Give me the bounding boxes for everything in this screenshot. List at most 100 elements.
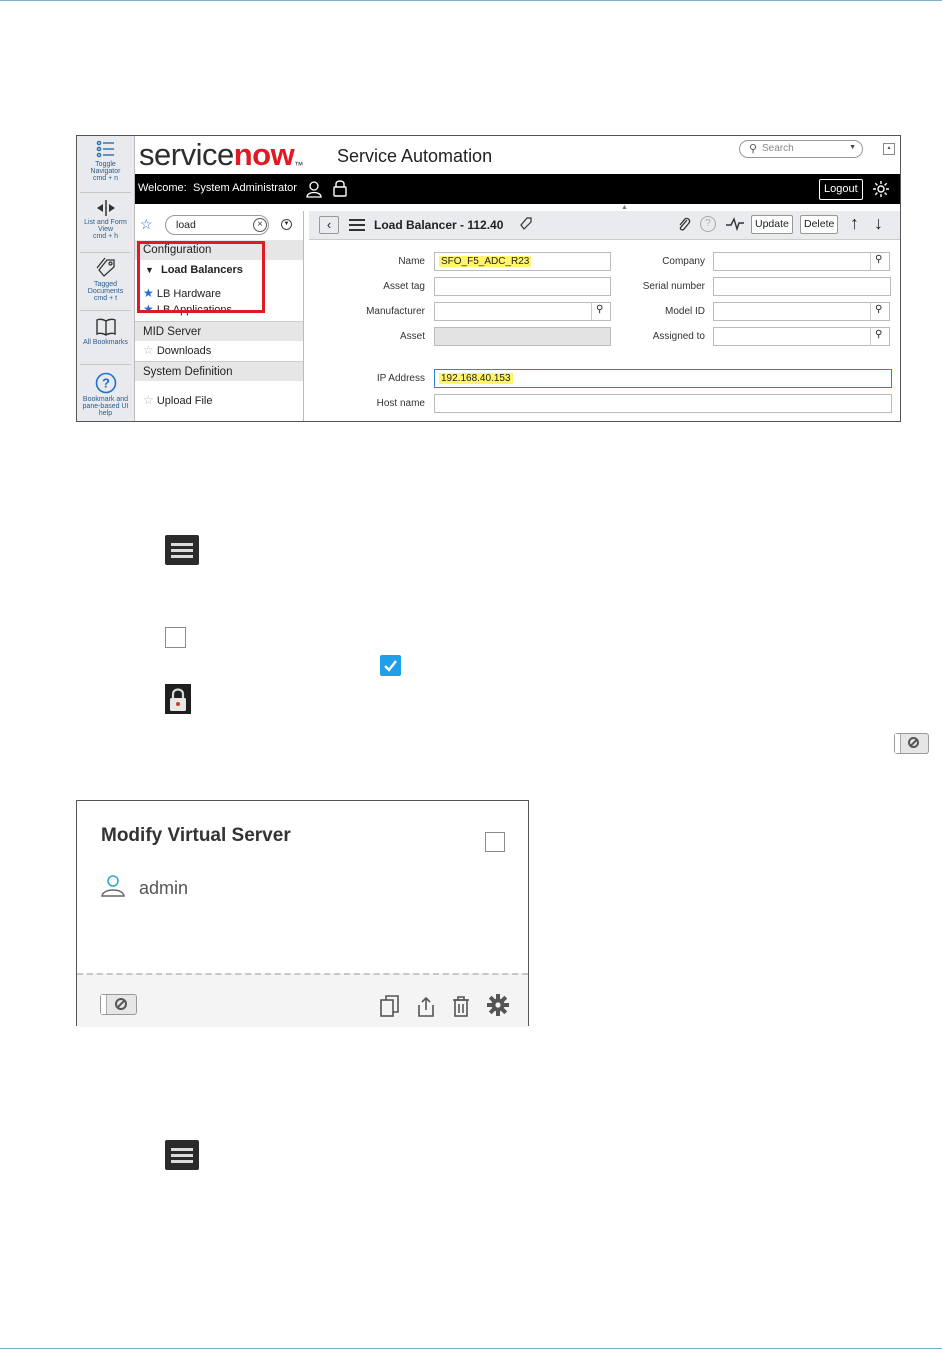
ip-address-label: IP Address bbox=[376, 373, 425, 384]
serial-number-label: Serial number bbox=[642, 281, 705, 292]
rail-divider bbox=[80, 192, 131, 193]
help-icon[interactable]: ? bbox=[700, 216, 716, 232]
bookmark-help-button[interactable]: ? Bookmark and pane-based UI help bbox=[77, 372, 134, 417]
search-icon: ⚲ bbox=[749, 143, 758, 155]
servicenow-screenshot: Toggle Navigator cmd + n List and Form V… bbox=[76, 135, 901, 422]
activity-icon[interactable] bbox=[726, 217, 744, 231]
host-name-field[interactable] bbox=[434, 394, 892, 413]
attachment-icon[interactable] bbox=[677, 216, 691, 232]
collapse-all-icon[interactable]: ▼ bbox=[281, 219, 292, 230]
lock-icon[interactable] bbox=[332, 179, 348, 198]
tagged-line2: Documents bbox=[87, 288, 124, 295]
assigned-to-field[interactable] bbox=[713, 327, 871, 346]
collapse-handle-icon[interactable]: ▲ bbox=[621, 204, 628, 211]
tagged-documents-button[interactable]: Tagged Documents cmd + t bbox=[77, 257, 134, 302]
company-field[interactable] bbox=[713, 252, 871, 271]
help-icon: ? bbox=[95, 372, 116, 394]
star-empty-icon: ☆ bbox=[143, 393, 154, 407]
toggle-navigator-line2: Navigator bbox=[90, 168, 121, 175]
tag-icon bbox=[95, 257, 115, 277]
tagged-line1: Tagged bbox=[94, 281, 117, 288]
card-select-checkbox[interactable] bbox=[485, 832, 505, 852]
name-value: SFO_F5_ADC_R23 bbox=[439, 256, 532, 267]
bookmarks-label: All Bookmarks bbox=[83, 339, 128, 346]
arrow-up-icon[interactable]: ↑ bbox=[850, 213, 859, 234]
user-icon bbox=[101, 875, 125, 897]
model-lookup-button[interactable]: ⚲ bbox=[870, 302, 890, 321]
application-navigator: ☆ load × ▼ Configuration ▼ Load Balancer… bbox=[135, 211, 304, 421]
disabled-toggle-icon bbox=[894, 733, 929, 754]
servicenow-header: servicenow™ Service Automation ⚲ Search … bbox=[135, 136, 900, 174]
card-toggle[interactable] bbox=[100, 994, 137, 1015]
bottom-rule bbox=[0, 1348, 942, 1349]
card-footer bbox=[77, 973, 528, 1027]
nav-item-upload-file[interactable]: ☆ Upload File bbox=[143, 393, 212, 407]
list-form-shortcut: cmd + h bbox=[92, 233, 119, 240]
asset-tag-field[interactable] bbox=[434, 277, 611, 296]
assigned-lookup-button[interactable]: ⚲ bbox=[870, 327, 890, 346]
trash-icon[interactable] bbox=[451, 994, 471, 1018]
gear-icon[interactable] bbox=[872, 180, 890, 198]
assigned-to-label: Assigned to bbox=[652, 331, 705, 342]
search-icon: ⚲ bbox=[875, 254, 883, 265]
name-field[interactable]: SFO_F5_ADC_R23 bbox=[434, 252, 611, 271]
logo-suffix: now bbox=[233, 137, 295, 172]
model-id-field[interactable] bbox=[713, 302, 871, 321]
nav-item-downloads[interactable]: ☆ Downloads bbox=[143, 343, 211, 357]
back-button[interactable]: ‹ bbox=[319, 216, 339, 234]
help-line1: Bookmark and bbox=[82, 396, 129, 403]
list-form-line1: List and Form bbox=[84, 219, 127, 226]
rail-divider bbox=[80, 252, 131, 253]
nav-section-system-definition[interactable]: System Definition bbox=[135, 361, 303, 381]
name-label: Name bbox=[398, 256, 425, 267]
context-menu-icon[interactable] bbox=[349, 218, 365, 231]
arrow-down-icon[interactable]: ↓ bbox=[874, 213, 883, 234]
clear-icon[interactable]: × bbox=[253, 218, 267, 232]
automation-card[interactable]: Modify Virtual Server admin bbox=[76, 800, 529, 1027]
split-view-icon bbox=[96, 200, 115, 216]
help-line2: pane-based UI bbox=[82, 403, 129, 410]
chevron-down-icon: ▼ bbox=[849, 144, 856, 151]
logout-button[interactable]: Logout bbox=[819, 179, 863, 200]
padlock-icon bbox=[165, 684, 191, 714]
user-icon[interactable] bbox=[305, 180, 323, 198]
list-form-view-button[interactable]: List and Form View cmd + h bbox=[77, 199, 134, 240]
logo-prefix: service bbox=[139, 137, 234, 172]
card-title: Modify Virtual Server bbox=[101, 825, 291, 846]
serial-number-field[interactable] bbox=[713, 277, 891, 296]
copy-icon[interactable] bbox=[379, 994, 401, 1018]
company-lookup-button[interactable]: ⚲ bbox=[870, 252, 890, 271]
filter-input[interactable]: load × bbox=[165, 215, 269, 235]
all-bookmarks-button[interactable]: All Bookmarks bbox=[77, 317, 134, 346]
gear-icon[interactable] bbox=[486, 993, 510, 1017]
update-button[interactable]: Update bbox=[751, 215, 793, 234]
checkbox-empty-icon bbox=[165, 627, 186, 648]
toggle-navigator-button[interactable]: Toggle Navigator cmd + n bbox=[77, 139, 134, 182]
favorites-star-icon[interactable]: ☆ bbox=[140, 216, 153, 233]
rail-divider bbox=[80, 364, 131, 365]
book-icon bbox=[95, 318, 116, 336]
manufacturer-label: Manufacturer bbox=[366, 306, 425, 317]
ip-address-field[interactable]: 192.168.40.153 bbox=[434, 369, 892, 388]
record-title: Load Balancer - 112.40 bbox=[374, 218, 504, 232]
search-box[interactable]: ⚲ Search ▼ bbox=[739, 140, 863, 158]
export-icon[interactable] bbox=[416, 994, 436, 1018]
delete-button[interactable]: Delete bbox=[800, 215, 839, 234]
list-form-line2: View bbox=[97, 226, 114, 233]
search-icon: ⚲ bbox=[875, 304, 883, 315]
expand-icon[interactable]: ▴ bbox=[883, 143, 895, 155]
ban-icon bbox=[115, 998, 127, 1010]
manufacturer-lookup-button[interactable]: ⚲ bbox=[591, 302, 611, 321]
company-label: Company bbox=[662, 256, 705, 267]
ban-icon bbox=[908, 737, 919, 748]
asset-label: Asset bbox=[399, 331, 425, 342]
nav-section-mid-server[interactable]: MID Server bbox=[135, 321, 303, 341]
manufacturer-field[interactable] bbox=[434, 302, 592, 321]
search-placeholder: Search bbox=[762, 143, 794, 154]
model-id-label: Model ID bbox=[664, 306, 705, 317]
tag-icon[interactable] bbox=[519, 216, 533, 232]
svg-text:?: ? bbox=[102, 376, 110, 391]
checkbox-checked-icon bbox=[380, 655, 401, 676]
app-title: Service Automation bbox=[337, 146, 493, 166]
hamburger-menu-icon bbox=[165, 535, 199, 565]
